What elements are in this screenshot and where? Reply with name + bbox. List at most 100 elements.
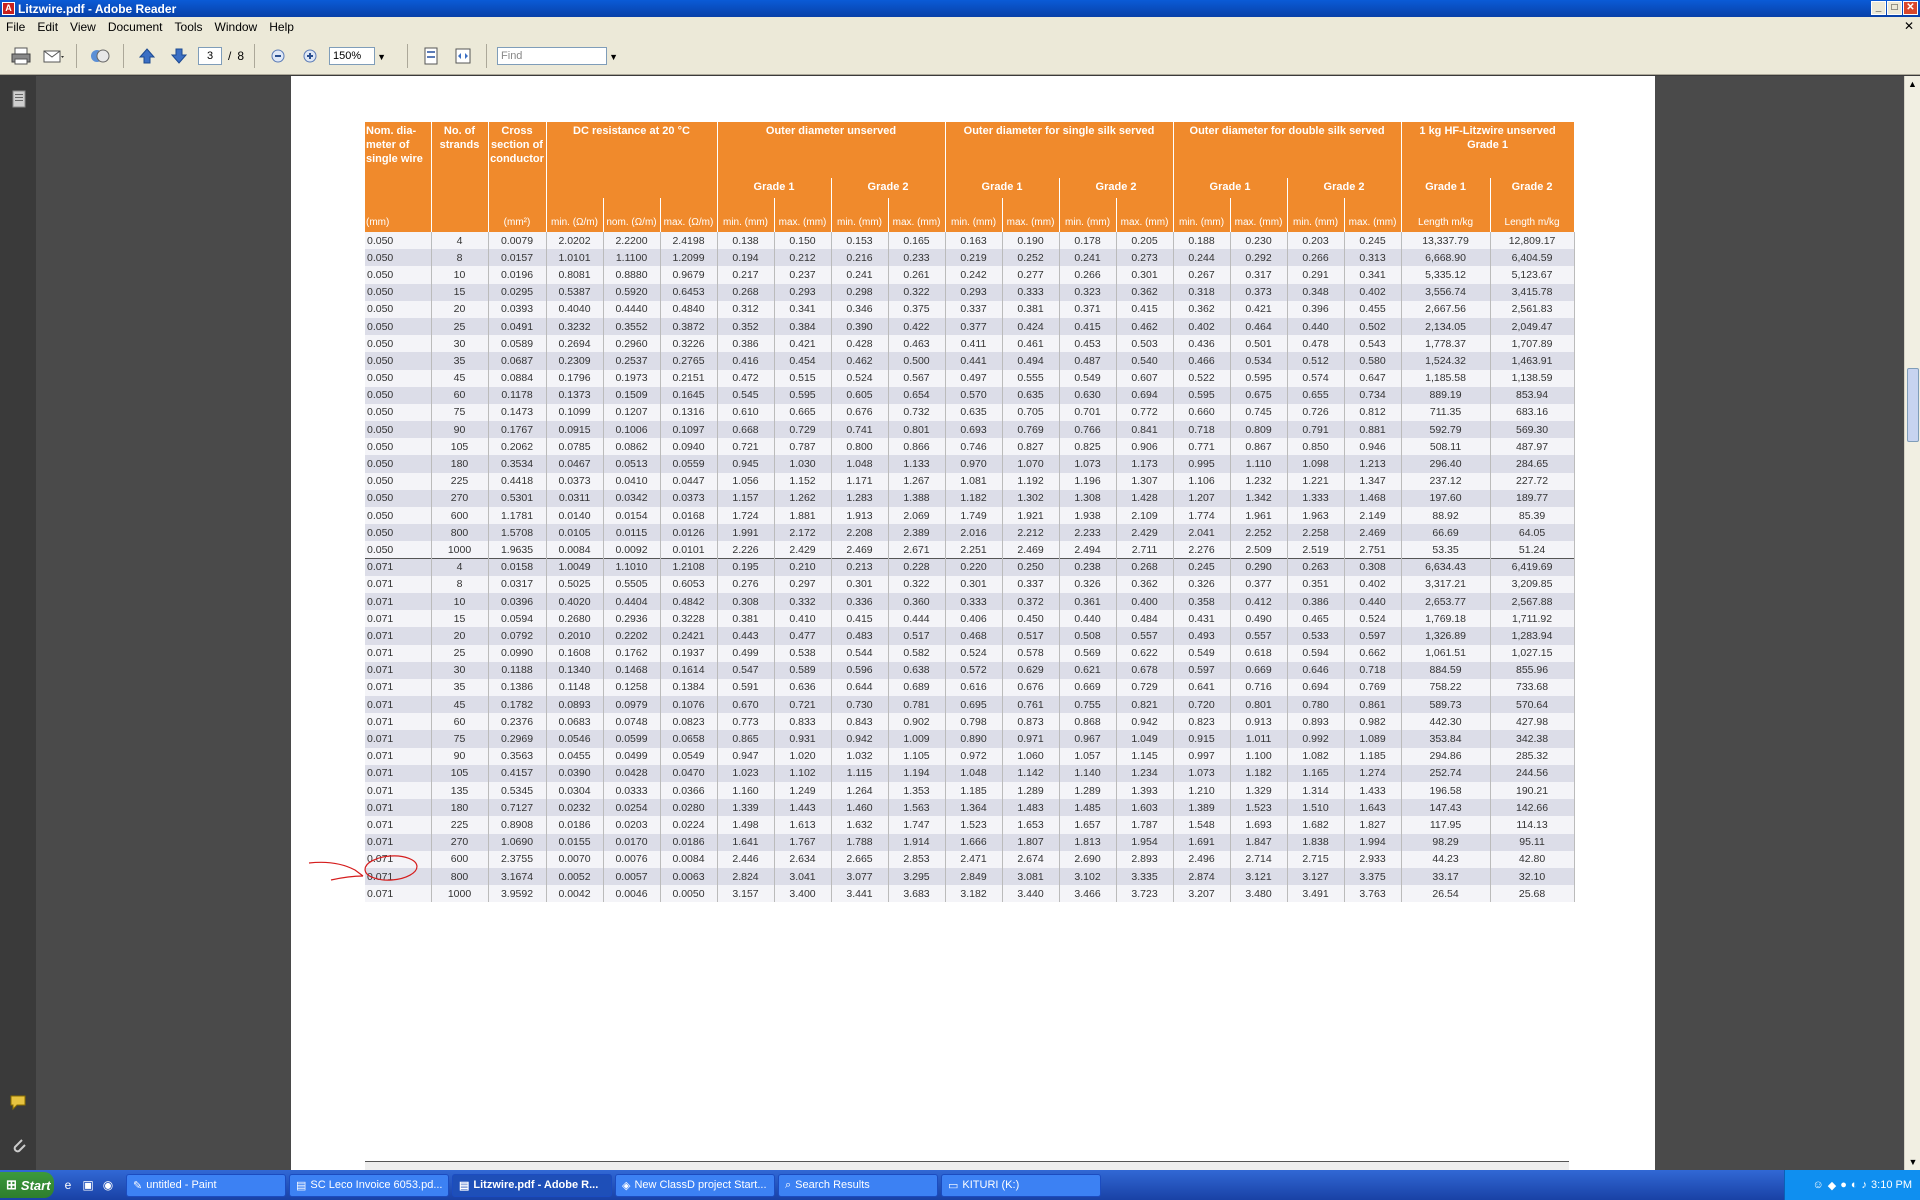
network-icon[interactable]: ◐ xyxy=(1851,1179,1858,1191)
previous-page-icon[interactable] xyxy=(134,44,160,68)
find-input[interactable]: Find ▼ xyxy=(497,46,618,65)
page-number-input[interactable]: 3 xyxy=(198,46,222,65)
volume-icon[interactable]: ♪ xyxy=(1862,1179,1868,1191)
table-cell: 0.461 xyxy=(1002,335,1060,353)
table-cell: 0.050 xyxy=(365,489,432,507)
task-search-results[interactable]: ⌕ Search Results xyxy=(778,1173,938,1197)
table-cell: 1.485 xyxy=(1059,799,1117,817)
table-cell: 0.635 xyxy=(1002,386,1060,404)
close-document-icon[interactable]: ✕ xyxy=(1904,19,1914,33)
messenger-icon[interactable]: ☺ xyxy=(1813,1179,1824,1191)
fit-width-icon[interactable] xyxy=(450,44,476,68)
collaborate-icon[interactable] xyxy=(87,44,113,68)
system-tray: ☺ ◆ ● ◐ ♪ 3:10 PM xyxy=(1784,1170,1920,1200)
chevron-down-icon[interactable]: ▼ xyxy=(609,49,618,65)
chevron-down-icon[interactable]: ▼ xyxy=(377,49,386,65)
scroll-up-icon[interactable]: ▲ xyxy=(1905,76,1920,92)
task-invoice-pdf[interactable]: ▤ SC Leco Invoice 6053.pd... xyxy=(289,1173,449,1197)
table-cell: 0.0589 xyxy=(488,335,547,353)
table-cell: 0.502 xyxy=(1344,317,1402,336)
window-titlebar[interactable]: A Litzwire.pdf - Adobe Reader _ □ ✕ xyxy=(0,0,1920,17)
browser-icon: ◈ xyxy=(622,1179,631,1192)
header-grade1: Grade 1 xyxy=(1173,178,1288,198)
start-button[interactable]: ⊞ Start xyxy=(0,1172,54,1198)
table-cell: 0.501 xyxy=(1230,335,1288,353)
table-cell: 0.867 xyxy=(1230,438,1288,456)
shield-icon[interactable]: ● xyxy=(1840,1179,1847,1191)
task-classd-project[interactable]: ◈ New ClassD project Start... xyxy=(615,1173,775,1197)
scrollbar-thumb[interactable] xyxy=(1907,368,1919,442)
table-cell: 0.843 xyxy=(831,713,889,731)
menu-file[interactable]: File xyxy=(0,20,31,34)
table-cell: 0.297 xyxy=(774,575,832,593)
table-cell: 0.734 xyxy=(1344,386,1402,404)
table-cell: 0.547 xyxy=(717,661,775,679)
table-cell: 1,707.89 xyxy=(1490,335,1575,353)
vertical-scrollbar[interactable]: ▲ ▼ xyxy=(1904,76,1920,1170)
table-cell: 1.333 xyxy=(1287,489,1345,507)
table-cell: 0.635 xyxy=(945,403,1003,422)
table-cell: 1.653 xyxy=(1002,816,1060,834)
maximize-button[interactable]: □ xyxy=(1887,1,1902,15)
header-grade1: Grade 1 xyxy=(1401,178,1491,198)
table-row: 0.050 105 0.2062 0.0785 0.0862 0.0940 0.721 0.7… xyxy=(365,438,1575,456)
table-cell: 0.721 xyxy=(717,438,775,456)
media-icon[interactable]: ◉ xyxy=(100,1177,116,1193)
explorer-icon[interactable]: ▣ xyxy=(80,1177,96,1193)
menu-edit[interactable]: Edit xyxy=(31,20,64,34)
table-cell: 0.821 xyxy=(1116,696,1174,714)
task-paint[interactable]: ✎ untitled - Paint xyxy=(126,1173,286,1197)
table-cell: 570.64 xyxy=(1490,696,1575,714)
task-kituri-drive[interactable]: ▭ KITURI (K:) xyxy=(941,1173,1101,1197)
fit-page-icon[interactable] xyxy=(418,44,444,68)
table-cell: 0.967 xyxy=(1059,730,1117,748)
zoom-out-icon[interactable] xyxy=(265,44,291,68)
comments-icon[interactable] xyxy=(9,1094,29,1114)
ie-icon[interactable]: e xyxy=(60,1177,76,1193)
table-cell: 6,404.59 xyxy=(1490,249,1575,267)
table-cell: 2.853 xyxy=(888,850,946,868)
table-cell: 0.543 xyxy=(1344,335,1402,353)
antivirus-icon[interactable]: ◆ xyxy=(1828,1179,1836,1192)
next-page-icon[interactable] xyxy=(166,44,192,68)
table-cell: 0.478 xyxy=(1287,335,1345,353)
menu-window[interactable]: Window xyxy=(209,20,264,34)
table-cell: 0.0203 xyxy=(603,816,661,834)
attachments-icon[interactable] xyxy=(9,1136,29,1156)
table-cell: 1.145 xyxy=(1116,747,1174,765)
table-cell: 1.160 xyxy=(717,782,775,800)
zoom-in-icon[interactable] xyxy=(297,44,323,68)
menu-document[interactable]: Document xyxy=(102,20,169,34)
table-cell: 0.582 xyxy=(888,644,946,662)
table-cell: 0.729 xyxy=(774,421,832,439)
task-litzwire-pdf[interactable]: ▤ Litzwire.pdf - Adobe R... xyxy=(452,1173,612,1197)
scroll-down-icon[interactable]: ▼ xyxy=(1905,1154,1920,1170)
table-cell: 0.298 xyxy=(831,283,889,301)
table-cell: 0.621 xyxy=(1059,661,1117,679)
header-grade2: Grade 2 xyxy=(1059,178,1174,198)
table-cell: 0.555 xyxy=(1002,369,1060,387)
menu-view[interactable]: View xyxy=(64,20,102,34)
menu-tools[interactable]: Tools xyxy=(169,20,209,34)
pages-icon[interactable] xyxy=(9,90,29,110)
table-cell: 1.388 xyxy=(888,489,946,507)
table-cell: 0.050 xyxy=(365,403,432,422)
table-cell: 1.307 xyxy=(1116,472,1174,490)
close-button[interactable]: ✕ xyxy=(1903,1,1918,15)
table-cell: 3.102 xyxy=(1059,867,1117,886)
table-cell: 0.290 xyxy=(1230,558,1288,576)
table-row: 0.050 35 0.0687 0.2309 0.2537 0.2765 0.416 0.45… xyxy=(365,352,1575,370)
minimize-button[interactable]: _ xyxy=(1871,1,1886,15)
table-cell: 0.406 xyxy=(945,610,1003,628)
table-cell: 0.071 xyxy=(365,730,432,748)
zoom-level-select[interactable]: 150% ▼ xyxy=(329,46,386,65)
table-cell: 0.071 xyxy=(365,661,432,679)
table-cell: 1.221 xyxy=(1287,472,1345,490)
email-icon[interactable] xyxy=(40,44,66,68)
document-viewport[interactable]: Nom. dia-meter of single wire No. of str… xyxy=(36,76,1904,1170)
table-cell: 0.972 xyxy=(945,747,1003,765)
print-icon[interactable] xyxy=(8,44,34,68)
table-cell: 0.572 xyxy=(945,661,1003,679)
menu-help[interactable]: Help xyxy=(263,20,300,34)
table-cell: 0.0366 xyxy=(660,782,718,800)
